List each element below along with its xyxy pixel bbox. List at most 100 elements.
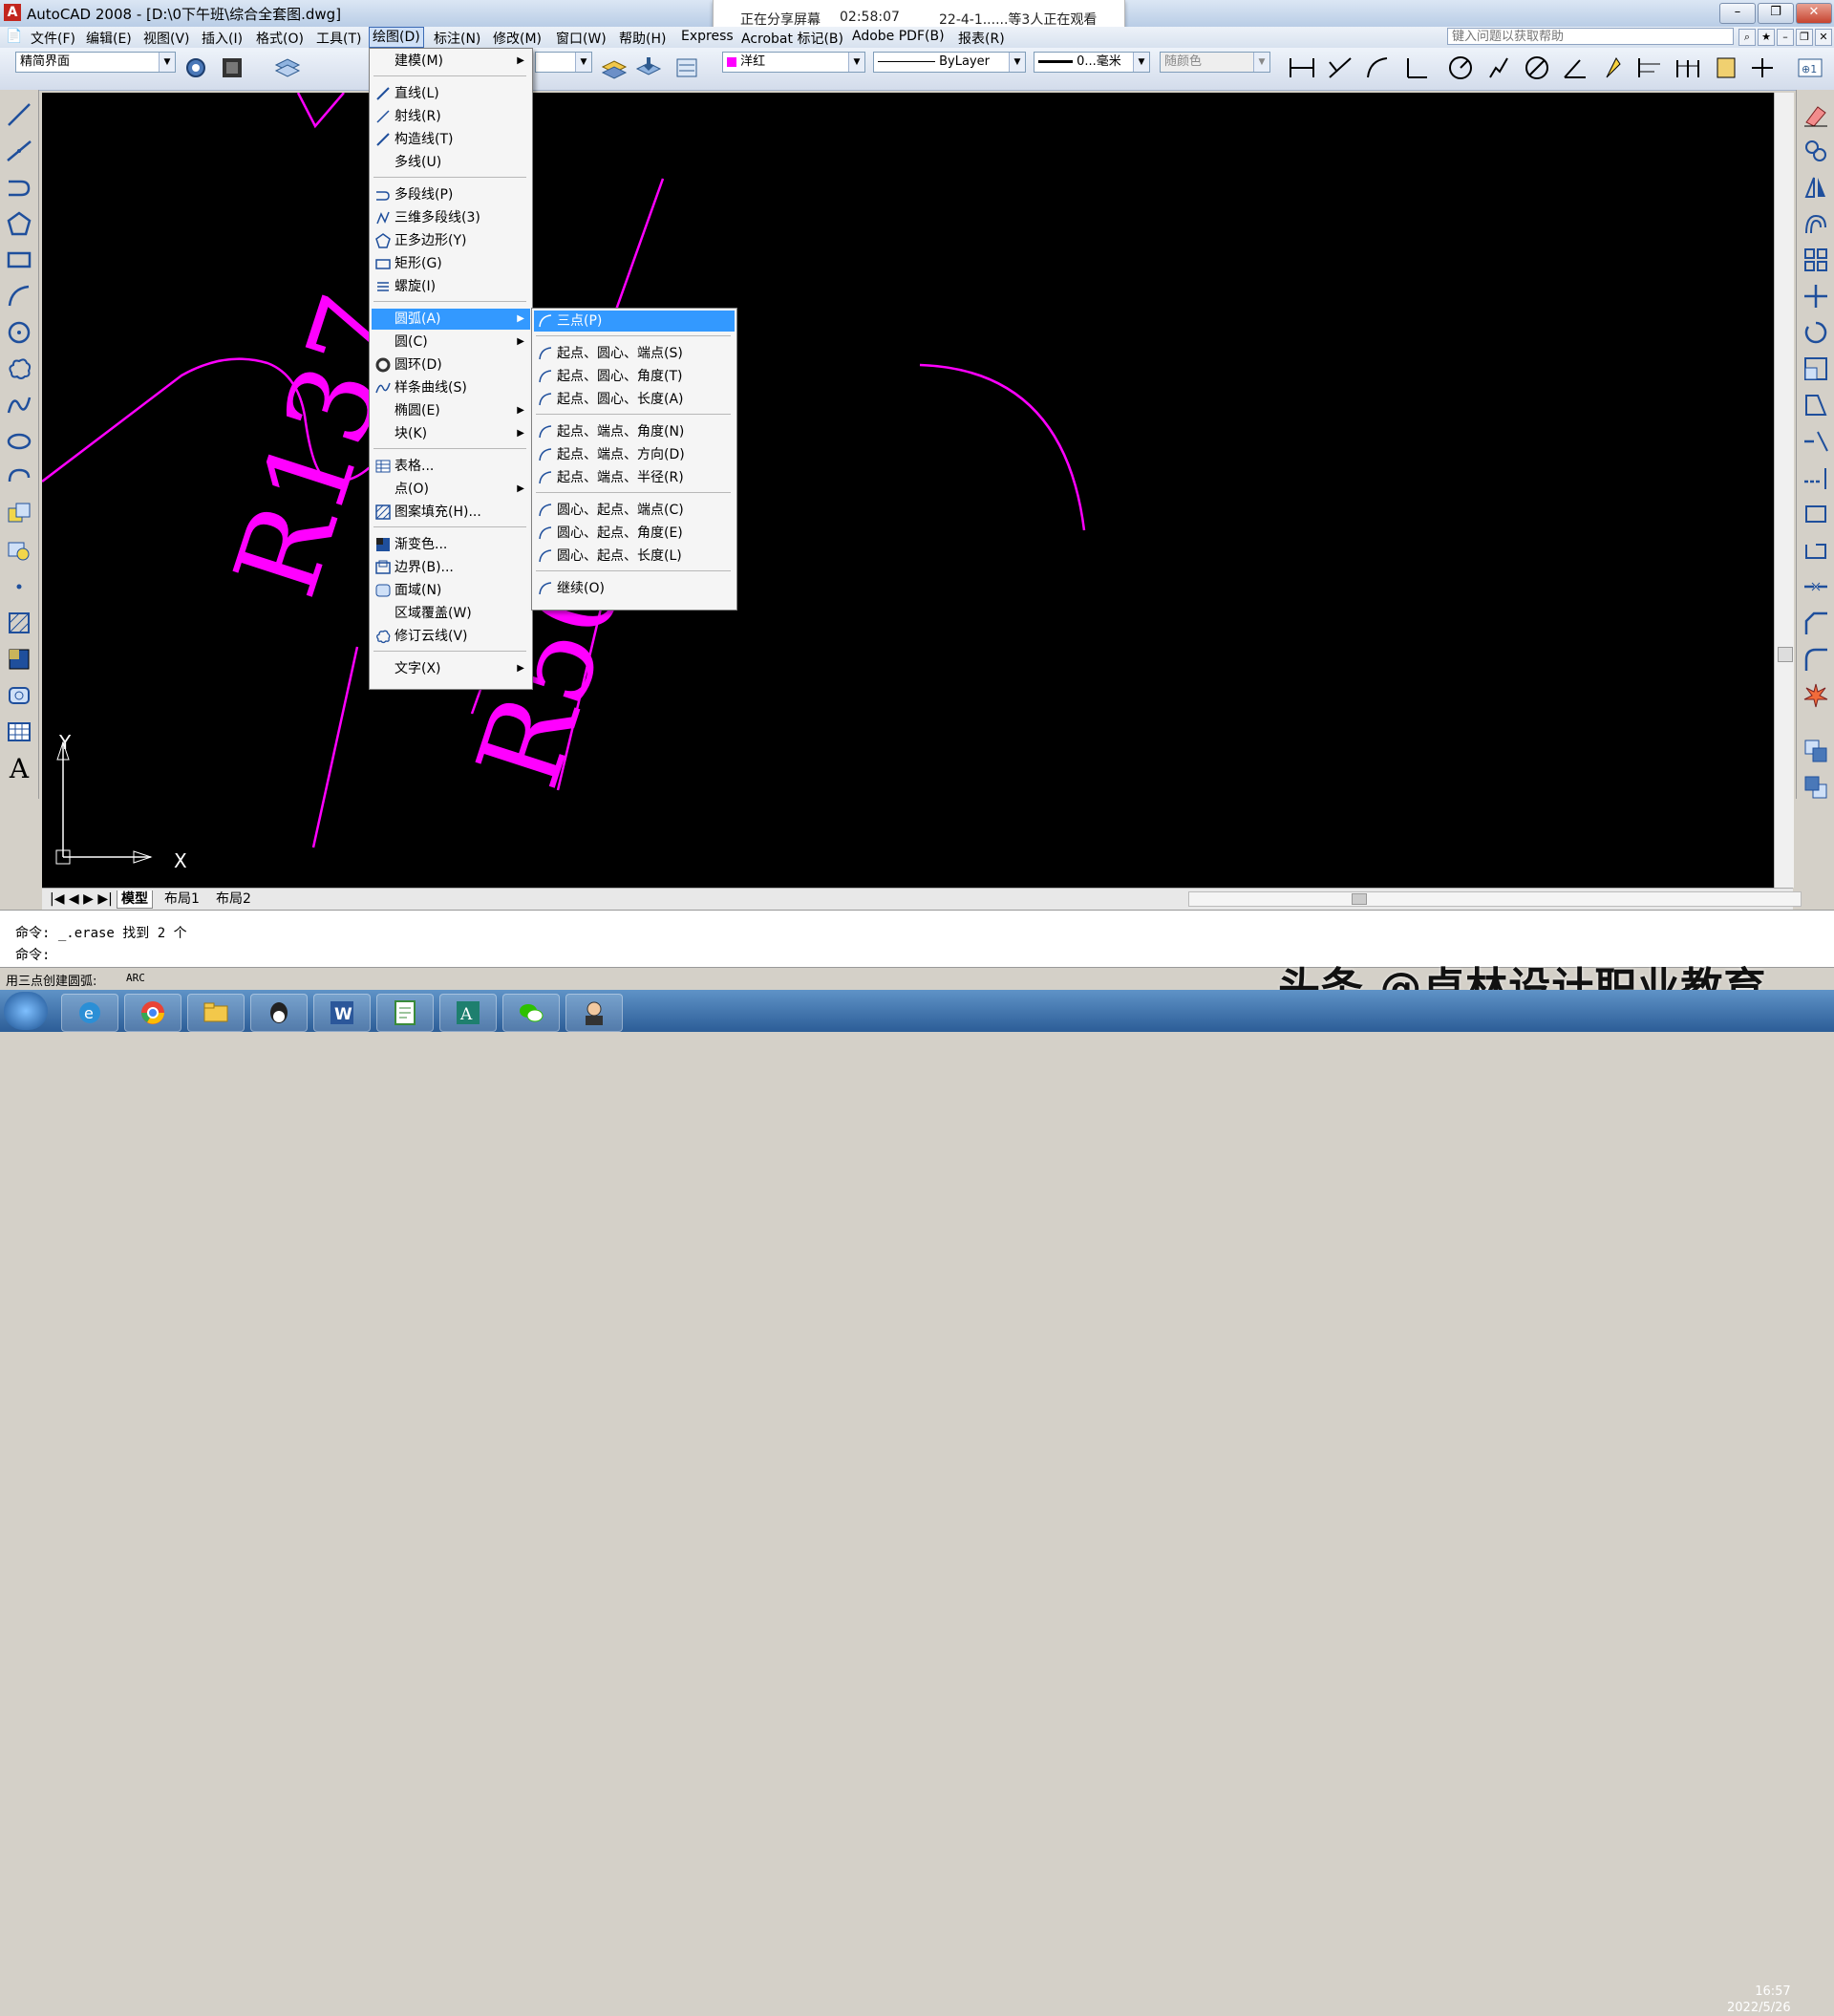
tab-nav-arrows[interactable]: |◀ ◀ ▶ ▶|: [46, 890, 117, 908]
wechat-icon[interactable]: [502, 994, 560, 1032]
horizontal-scrollbar[interactable]: [1188, 891, 1802, 907]
menu-item-wipeout[interactable]: 区域覆盖(W): [372, 603, 530, 624]
dim-radius-icon[interactable]: [1446, 54, 1475, 82]
dim-diameter-icon[interactable]: [1523, 54, 1551, 82]
hatch-icon[interactable]: [4, 608, 34, 638]
tab-layout2[interactable]: 布局2: [212, 890, 255, 908]
polygon-icon[interactable]: [4, 208, 34, 239]
menu-express[interactable]: Express: [681, 29, 734, 44]
scroll-thumb[interactable]: [1352, 893, 1367, 905]
circle-icon[interactable]: [4, 317, 34, 348]
ellipse-arc-icon[interactable]: [4, 462, 34, 493]
color-combo[interactable]: 洋红 ▼: [722, 52, 865, 73]
dim-ordinate-icon[interactable]: [1402, 54, 1431, 82]
dim-continue-icon[interactable]: [1674, 54, 1702, 82]
menu-view[interactable]: 视图(V): [143, 29, 190, 48]
menu-item-xline[interactable]: 构造线(T): [372, 129, 530, 150]
menu-item-block[interactable]: 块(K) ▶: [372, 423, 530, 444]
menu-item-polyline[interactable]: 多段线(P): [372, 184, 530, 205]
avatar-icon[interactable]: [565, 994, 623, 1032]
copy-icon[interactable]: [1801, 136, 1831, 166]
arc-start-center-end[interactable]: 起点、圆心、端点(S): [534, 343, 735, 364]
linetype-combo[interactable]: ByLayer ▼: [873, 52, 1026, 73]
menu-item-boundary[interactable]: 边界(B)...: [372, 557, 530, 578]
menu-item-text[interactable]: 文字(X) ▶: [372, 658, 530, 679]
make-block-icon[interactable]: [4, 535, 34, 566]
menu-item-line[interactable]: 直线(L): [372, 83, 530, 104]
region-icon[interactable]: [4, 680, 34, 711]
gradient-icon[interactable]: [4, 644, 34, 675]
line-icon[interactable]: [4, 99, 34, 130]
arc-continue[interactable]: 继续(O): [534, 578, 735, 599]
xline-icon[interactable]: [4, 136, 34, 166]
menu-item-gradient[interactable]: 渐变色...: [372, 534, 530, 555]
arc-3point[interactable]: 三点(P): [534, 311, 735, 332]
menu-dimension[interactable]: 标注(N): [434, 29, 480, 48]
rectangle-icon[interactable]: [4, 245, 34, 275]
layer-states-icon[interactable]: [672, 54, 701, 82]
menu-item-helix[interactable]: 螺旋(I): [372, 276, 530, 297]
menu-draw[interactable]: 绘图(D): [369, 27, 424, 48]
start-button[interactable]: [4, 992, 48, 1030]
menu-item-spline[interactable]: 样条曲线(S): [372, 377, 530, 398]
dim-linear-icon[interactable]: [1288, 54, 1316, 82]
menu-item-donut[interactable]: 圆环(D): [372, 354, 530, 375]
menu-modify[interactable]: 修改(M): [493, 29, 542, 48]
draworder-back-icon[interactable]: [1801, 772, 1831, 803]
mirror-icon[interactable]: [1801, 172, 1831, 203]
word-icon[interactable]: W: [313, 994, 371, 1032]
doc-minimize-button[interactable]: –: [1777, 29, 1794, 46]
arc-start-end-direction[interactable]: 起点、端点、方向(D): [534, 444, 735, 465]
menu-item-revcloud[interactable]: 修订云线(V): [372, 626, 530, 647]
dim-arc-icon[interactable]: [1364, 54, 1393, 82]
menu-item-circle[interactable]: 圆(C) ▶: [372, 332, 530, 353]
folder-icon[interactable]: [187, 994, 245, 1032]
menu-item-ray[interactable]: 射线(R): [372, 106, 530, 127]
menu-adobe-pdf[interactable]: Adobe PDF(B): [852, 29, 945, 44]
layer-previous-icon[interactable]: [600, 54, 629, 82]
menu-item-arc[interactable]: 圆弧(A) ▶: [372, 309, 530, 330]
menu-item-point[interactable]: 点(O) ▶: [372, 479, 530, 500]
break-icon[interactable]: [1801, 535, 1831, 566]
menu-item-modeling[interactable]: 建模(M) ▶: [372, 51, 530, 72]
autocad-icon[interactable]: A: [439, 994, 497, 1032]
menu-item-3dpolyline[interactable]: 三维多段线(3): [372, 207, 530, 228]
join-icon[interactable]: [1801, 571, 1831, 602]
qq-icon[interactable]: [250, 994, 308, 1032]
plotstyle-combo[interactable]: 随颜色 ▼: [1160, 52, 1270, 73]
quick-dim-icon[interactable]: [1601, 54, 1630, 82]
layer-combo[interactable]: ▼: [535, 52, 592, 73]
dim-jogged-icon[interactable]: [1484, 54, 1513, 82]
scroll-thumb[interactable]: [1778, 647, 1793, 662]
dim-break-icon[interactable]: [1748, 54, 1777, 82]
tab-model[interactable]: 模型: [117, 890, 153, 909]
erase-icon[interactable]: [1801, 99, 1831, 130]
menu-file[interactable]: 文件(F): [31, 29, 75, 48]
doc-close-button[interactable]: ✕: [1815, 29, 1832, 46]
system-clock[interactable]: 16:57 2022/5/26: [1727, 1984, 1791, 2016]
menu-edit[interactable]: 编辑(E): [86, 29, 132, 48]
point-icon[interactable]: [4, 571, 34, 602]
menu-item-mline[interactable]: 多线(U): [372, 152, 530, 173]
tab-layout1[interactable]: 布局1: [160, 890, 203, 908]
arc-center-start-angle[interactable]: 圆心、起点、角度(E): [534, 523, 735, 544]
ie-icon[interactable]: e: [61, 994, 118, 1032]
polyline-icon[interactable]: [4, 172, 34, 203]
table-icon[interactable]: [4, 717, 34, 747]
star-icon[interactable]: ★: [1758, 29, 1775, 46]
arc-start-center-length[interactable]: 起点、圆心、长度(A): [534, 389, 735, 410]
dim-angular-icon[interactable]: [1561, 54, 1589, 82]
explode-icon[interactable]: [1801, 680, 1831, 711]
arc-center-start-end[interactable]: 圆心、起点、端点(C): [534, 500, 735, 521]
minimize-button[interactable]: –: [1719, 3, 1756, 24]
doc-icon[interactable]: 📄: [6, 29, 22, 44]
vertical-scrollbar[interactable]: [1774, 93, 1794, 888]
menu-acrobat[interactable]: Acrobat 标记(B): [741, 29, 843, 48]
dim-aligned-icon[interactable]: [1326, 54, 1354, 82]
offset-icon[interactable]: [1801, 208, 1831, 239]
menu-report[interactable]: 报表(R): [958, 29, 1005, 48]
close-button[interactable]: ✕: [1796, 3, 1832, 24]
menu-window[interactable]: 窗口(W): [556, 29, 607, 48]
notepad-icon[interactable]: [376, 994, 434, 1032]
mtext-icon[interactable]: A: [4, 753, 34, 784]
